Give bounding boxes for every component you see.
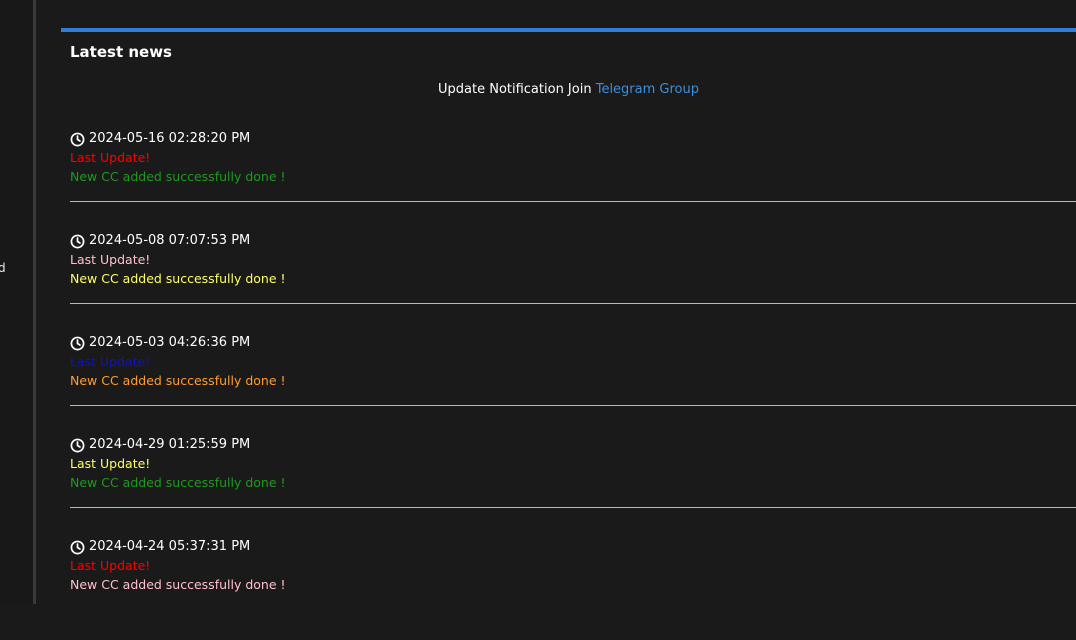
divider [70, 303, 1076, 304]
main-content: Latest news Update Notification Join Tel… [61, 0, 1076, 604]
news-date: 2024-04-29 01:25:59 PM [89, 437, 251, 452]
divider [70, 507, 1076, 508]
news-date-row: 2024-05-16 02:28:20 PM [70, 130, 1076, 148]
notification-text: Update Notification Join [438, 82, 596, 97]
news-title: Last Update! [70, 558, 151, 573]
accent-bar [61, 28, 1076, 32]
news-item: 2024-05-16 02:28:20 PM Last Update! New … [70, 130, 1076, 232]
news-date-row: 2024-04-29 01:25:59 PM [70, 436, 1076, 454]
news-message: New CC added successfully done ! [70, 271, 286, 286]
clock-icon [70, 336, 85, 350]
news-date: 2024-05-16 02:28:20 PM [89, 131, 251, 146]
news-message: New CC added successfully done ! [70, 169, 286, 184]
clock-icon [70, 438, 85, 452]
news-message: New CC added successfully done ! [70, 475, 286, 490]
clock-icon [70, 234, 85, 248]
news-date: 2024-05-03 04:26:36 PM [89, 335, 251, 350]
news-message: New CC added successfully done ! [70, 577, 286, 592]
news-message: New CC added successfully done ! [70, 373, 286, 388]
sidebar-item-label[interactable]: d [0, 261, 6, 275]
news-item: 2024-05-03 04:26:36 PM Last Update! New … [70, 334, 1076, 436]
divider [70, 405, 1076, 406]
news-title: Last Update! [70, 252, 151, 267]
news-title: Last Update! [70, 150, 151, 165]
news-date: 2024-04-24 05:37:31 PM [89, 539, 251, 554]
telegram-group-link[interactable]: Telegram Group [596, 82, 699, 97]
sidebar: d [0, 0, 36, 604]
news-date-row: 2024-05-03 04:26:36 PM [70, 334, 1076, 352]
panel-title: Latest news [70, 43, 172, 61]
clock-icon [70, 540, 85, 554]
news-date: 2024-05-08 07:07:53 PM [89, 233, 251, 248]
news-title: Last Update! [70, 354, 151, 369]
divider [70, 201, 1076, 202]
news-list: 2024-05-16 02:28:20 PM Last Update! New … [70, 130, 1076, 640]
news-date-row: 2024-05-08 07:07:53 PM [70, 232, 1076, 250]
news-date-row: 2024-04-24 05:37:31 PM [70, 538, 1076, 556]
news-title: Last Update! [70, 456, 151, 471]
clock-icon [70, 132, 85, 146]
news-item: 2024-04-24 05:37:31 PM Last Update! New … [70, 538, 1076, 640]
update-notification: Update Notification Join Telegram Group [61, 82, 1076, 98]
news-item: 2024-05-08 07:07:53 PM Last Update! New … [70, 232, 1076, 334]
news-item: 2024-04-29 01:25:59 PM Last Update! New … [70, 436, 1076, 538]
